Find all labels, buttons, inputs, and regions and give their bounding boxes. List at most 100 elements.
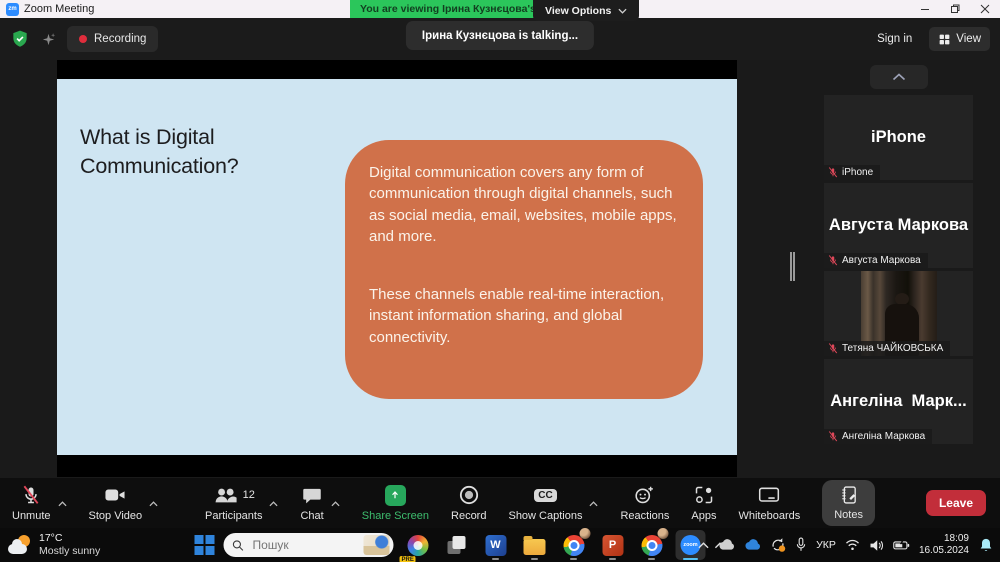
ai-companion-sparkle-icon[interactable]	[40, 31, 57, 48]
participant-name-tag: Августа Маркова	[824, 253, 928, 268]
unmute-button[interactable]: Unmute	[12, 485, 51, 522]
chevron-up-icon	[698, 542, 709, 549]
chevron-up-icon	[331, 501, 340, 507]
share-screen-button[interactable]: Share Screen	[362, 485, 429, 522]
participant-name-tag: Тетяна ЧАЙКОВСЬКА	[824, 341, 950, 356]
language-indicator[interactable]: УКР	[816, 539, 836, 551]
participant-tile[interactable]: Ангеліна Марк... Ангеліна Маркова	[824, 359, 973, 444]
running-indicator	[531, 558, 538, 561]
grid-view-icon	[938, 33, 951, 46]
weather-widget[interactable]: 17°C Mostly sunny	[8, 528, 100, 562]
notifications-bell-icon[interactable]	[978, 537, 994, 554]
search-input[interactable]	[253, 538, 353, 552]
slide-paragraph-2: These channels enable real-time interact…	[369, 284, 679, 348]
chevron-up-icon	[149, 501, 158, 507]
panel-resize-handle[interactable]	[790, 252, 795, 281]
collapse-panel-button[interactable]	[870, 65, 928, 89]
chat-options-chevron[interactable]	[331, 494, 340, 512]
weather-condition: Mostly sunny	[39, 545, 100, 558]
taskbar-app-photos[interactable]: PRE	[403, 530, 433, 560]
microphone-tray-icon[interactable]	[795, 537, 807, 553]
window-titlebar: zm Zoom Meeting You are viewing Ірина Ку…	[0, 0, 1000, 18]
taskbar-app-chrome-1[interactable]	[559, 530, 589, 560]
taskbar-app-powerpoint[interactable]: P	[598, 530, 628, 560]
record-label: Record	[451, 510, 486, 522]
view-layout-button[interactable]: View	[929, 27, 990, 51]
window-controls	[910, 0, 1000, 18]
sign-in-button[interactable]: Sign in	[868, 28, 921, 50]
audio-options-chevron[interactable]	[58, 494, 67, 512]
taskbar-app-file-explorer[interactable]	[520, 530, 550, 560]
cloud-sync-icon[interactable]	[718, 539, 735, 551]
recording-dot-icon	[79, 35, 87, 43]
participant-tile[interactable]: Августа Маркова Августа Маркова	[824, 183, 973, 268]
meeting-header-right: Sign in View	[868, 27, 990, 51]
participants-button[interactable]: 12 Participants	[205, 485, 262, 522]
taskbar-app-word[interactable]: W	[481, 530, 511, 560]
whiteboards-button[interactable]: Whiteboards	[738, 485, 800, 522]
minimize-button[interactable]	[910, 0, 940, 18]
close-button[interactable]	[970, 0, 1000, 18]
video-options-chevron[interactable]	[149, 494, 158, 512]
meeting-toolbar: Unmute Stop Video	[0, 478, 1000, 528]
record-button[interactable]: Record	[451, 485, 486, 522]
notes-button[interactable]: Notes	[822, 480, 875, 526]
windows-taskbar: 17°C Mostly sunny PRE	[0, 528, 1000, 562]
photos-app-icon	[407, 535, 428, 556]
chrome-profile-avatar	[580, 528, 591, 539]
toolbar-audio-video-group: Unmute Stop Video	[12, 478, 158, 528]
onedrive-icon[interactable]	[744, 539, 761, 551]
reactions-smiley-icon	[634, 485, 655, 505]
window-title: Zoom Meeting	[24, 3, 94, 15]
tray-overflow-chevron[interactable]	[698, 542, 709, 549]
notes-notebook-icon	[839, 485, 858, 505]
unmute-label: Unmute	[12, 510, 51, 522]
recording-label: Recording	[94, 33, 146, 45]
zoom-meeting-window: zm Zoom Meeting You are viewing Ірина Ку…	[0, 0, 1000, 562]
active-indicator	[683, 558, 698, 561]
search-icon	[232, 539, 245, 552]
start-button[interactable]	[195, 535, 215, 555]
stop-video-button[interactable]: Stop Video	[89, 485, 143, 522]
participant-tile[interactable]: Тетяна ЧАЙКОВСЬКА	[824, 271, 973, 356]
participants-options-chevron[interactable]	[269, 494, 278, 512]
recording-indicator[interactable]: Recording	[67, 26, 158, 52]
show-captions-button[interactable]: CC Show Captions	[508, 485, 582, 522]
maximize-icon	[950, 4, 960, 14]
close-icon	[980, 4, 990, 14]
captions-options-chevron[interactable]	[589, 494, 598, 512]
slide-text-box: Digital communication covers any form of…	[345, 140, 703, 399]
participants-icon	[213, 486, 237, 505]
meeting-header-left: Recording	[10, 26, 158, 52]
file-explorer-icon	[524, 539, 546, 555]
reactions-button[interactable]: Reactions	[620, 485, 669, 522]
volume-icon[interactable]	[869, 539, 884, 552]
taskbar-clock[interactable]: 18:09 16.05.2024	[919, 533, 969, 557]
muted-mic-icon	[828, 431, 838, 442]
view-options-button[interactable]: View Options	[533, 0, 639, 21]
share-screen-label: Share Screen	[362, 510, 429, 522]
chevron-up-icon	[589, 501, 598, 507]
security-shield-icon[interactable]	[10, 29, 30, 49]
slide-paragraph-1: Digital communication covers any form of…	[369, 162, 679, 248]
overlapping-windows-icon	[446, 534, 468, 556]
update-pending-icon[interactable]	[770, 537, 786, 553]
system-tray: УКР	[698, 528, 994, 562]
chat-button[interactable]: Chat	[300, 485, 323, 522]
taskbar-app-chrome-2[interactable]	[637, 530, 667, 560]
participant-name-label: iPhone	[842, 167, 873, 178]
taskbar-app-windows[interactable]	[442, 530, 472, 560]
whiteboard-icon	[758, 486, 780, 505]
maximize-button[interactable]	[940, 0, 970, 18]
zoom-app-icon: zm	[6, 3, 19, 16]
wifi-icon[interactable]	[845, 539, 860, 551]
taskbar-search[interactable]	[224, 533, 394, 557]
letterbox-bottom	[57, 455, 737, 477]
participant-tile[interactable]: iPhone iPhone	[824, 95, 973, 180]
apps-label: Apps	[691, 510, 716, 522]
battery-icon[interactable]	[893, 539, 910, 551]
leave-button[interactable]: Leave	[926, 490, 986, 516]
apps-button[interactable]: Apps	[691, 485, 716, 522]
meeting-header: Recording Ірина Кузнєцова is talking... …	[0, 18, 1000, 60]
stop-video-label: Stop Video	[89, 510, 143, 522]
